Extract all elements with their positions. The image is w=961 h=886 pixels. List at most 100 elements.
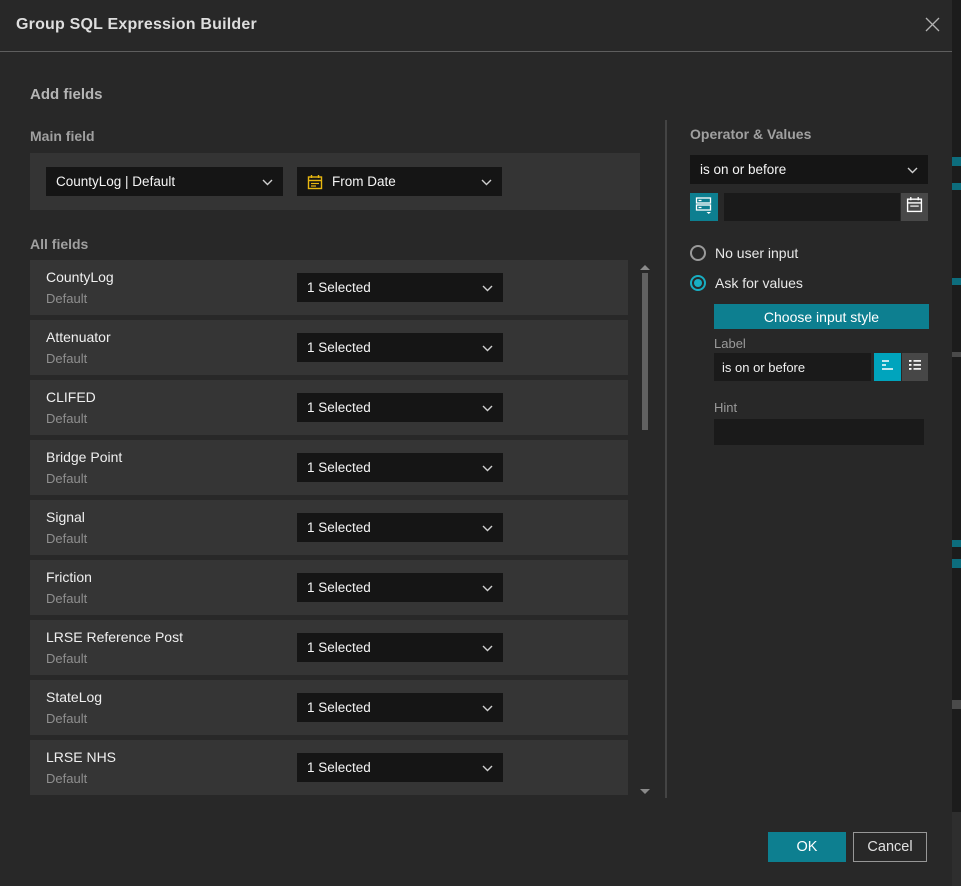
group-sql-expression-builder-dialog: Group SQL Expression Builder Add fields … — [0, 0, 952, 886]
choose-input-style-button[interactable]: Choose input style — [714, 304, 929, 329]
chevron-down-icon — [482, 760, 493, 775]
chevron-down-icon — [482, 520, 493, 535]
background-app-sliver — [952, 0, 961, 886]
chevron-down-icon — [907, 162, 918, 177]
field-selection-value: 1 Selected — [307, 520, 476, 535]
hint-input[interactable] — [714, 419, 924, 445]
close-button[interactable] — [920, 15, 944, 39]
field-selection-value: 1 Selected — [307, 400, 476, 415]
main-date-field-value: From Date — [332, 174, 475, 189]
field-selection-value: 1 Selected — [307, 700, 476, 715]
main-field-heading: Main field — [30, 128, 95, 144]
field-selection-dropdown[interactable]: 1 Selected — [297, 513, 503, 542]
ask-for-values-label: Ask for values — [715, 275, 803, 291]
ask-for-values-radio[interactable]: Ask for values — [690, 275, 803, 291]
layer-select-value: CountyLog | Default — [56, 174, 256, 189]
all-fields-list: CountyLog Default 1 Selected Attenuator Defa… — [30, 260, 628, 796]
scrollbar-up-arrow[interactable] — [640, 265, 650, 270]
field-selection-dropdown[interactable]: 1 Selected — [297, 453, 503, 482]
field-name: CountyLog — [46, 269, 114, 285]
field-row: LRSE Reference Post Default 1 Selected — [30, 620, 628, 675]
field-selection-dropdown[interactable]: 1 Selected — [297, 333, 503, 362]
field-row: CountyLog Default 1 Selected — [30, 260, 628, 315]
field-selection-dropdown[interactable]: 1 Selected — [297, 753, 503, 782]
value-input-type-button[interactable] — [690, 193, 718, 221]
chevron-down-icon — [482, 280, 493, 295]
calendar-icon — [906, 196, 923, 218]
field-name: Attenuator — [46, 329, 111, 345]
align-left-icon — [880, 357, 896, 378]
dialog-title: Group SQL Expression Builder — [16, 16, 257, 34]
close-icon — [924, 16, 941, 38]
field-sublabel: Default — [46, 411, 87, 426]
field-name: LRSE NHS — [46, 749, 116, 765]
field-selection-value: 1 Selected — [307, 640, 476, 655]
label-caption: Label — [714, 336, 746, 351]
scrollbar-thumb[interactable] — [642, 273, 648, 430]
field-row: Bridge Point Default 1 Selected — [30, 440, 628, 495]
field-row: Attenuator Default 1 Selected — [30, 320, 628, 375]
field-name: Friction — [46, 569, 92, 585]
operator-select-value: is on or before — [700, 162, 901, 177]
screen: Group SQL Expression Builder Add fields … — [0, 0, 961, 886]
field-sublabel: Default — [46, 531, 87, 546]
field-name: Signal — [46, 509, 85, 525]
field-selection-dropdown[interactable]: 1 Selected — [297, 393, 503, 422]
no-user-input-radio[interactable]: No user input — [690, 245, 798, 261]
chevron-down-icon — [482, 340, 493, 355]
add-fields-heading: Add fields — [30, 86, 103, 103]
field-row: Friction Default 1 Selected — [30, 560, 628, 615]
single-line-style-button[interactable] — [874, 353, 901, 381]
field-sublabel: Default — [46, 771, 87, 786]
calendar-icon — [307, 174, 323, 190]
layer-select[interactable]: CountyLog | Default — [46, 167, 283, 196]
chevron-down-icon — [481, 174, 492, 189]
field-selection-value: 1 Selected — [307, 340, 476, 355]
field-selection-value: 1 Selected — [307, 760, 476, 775]
value-calendar-button[interactable] — [901, 193, 928, 221]
chevron-down-icon — [482, 640, 493, 655]
hint-caption: Hint — [714, 400, 737, 415]
main-date-field-select[interactable]: From Date — [297, 167, 502, 196]
field-name: Bridge Point — [46, 449, 122, 465]
field-name: LRSE Reference Post — [46, 629, 183, 645]
operator-select[interactable]: is on or before — [690, 155, 928, 184]
field-sublabel: Default — [46, 651, 87, 666]
chevron-down-icon — [482, 400, 493, 415]
dialog-titlebar: Group SQL Expression Builder — [0, 0, 952, 52]
ok-button[interactable]: OK — [768, 832, 846, 862]
radio-unselected-icon — [690, 245, 706, 261]
field-name: StateLog — [46, 689, 102, 705]
field-row: LRSE NHS Default 1 Selected — [30, 740, 628, 795]
no-user-input-label: No user input — [715, 245, 798, 261]
field-sublabel: Default — [46, 351, 87, 366]
field-selection-dropdown[interactable]: 1 Selected — [297, 273, 503, 302]
value-list-icon — [695, 196, 713, 219]
panel-divider — [665, 120, 667, 798]
field-sublabel: Default — [46, 471, 87, 486]
chevron-down-icon — [482, 700, 493, 715]
chevron-down-icon — [482, 580, 493, 595]
value-input[interactable] — [724, 193, 900, 221]
radio-selected-icon — [690, 275, 706, 291]
field-selection-dropdown[interactable]: 1 Selected — [297, 633, 503, 662]
field-row: CLIFED Default 1 Selected — [30, 380, 628, 435]
list-style-button[interactable] — [902, 353, 928, 381]
field-sublabel: Default — [46, 291, 87, 306]
field-selection-value: 1 Selected — [307, 280, 476, 295]
cancel-button[interactable]: Cancel — [853, 832, 927, 862]
chevron-down-icon — [482, 460, 493, 475]
field-row: StateLog Default 1 Selected — [30, 680, 628, 735]
field-selection-dropdown[interactable]: 1 Selected — [297, 573, 503, 602]
all-fields-heading: All fields — [30, 236, 88, 252]
field-selection-value: 1 Selected — [307, 580, 476, 595]
scrollbar-down-arrow[interactable] — [640, 789, 650, 794]
label-input[interactable] — [714, 353, 871, 381]
field-name: CLIFED — [46, 389, 96, 405]
bulleted-list-icon — [907, 357, 923, 378]
field-sublabel: Default — [46, 591, 87, 606]
field-sublabel: Default — [46, 711, 87, 726]
field-selection-dropdown[interactable]: 1 Selected — [297, 693, 503, 722]
operator-values-heading: Operator & Values — [690, 126, 811, 142]
field-row: Signal Default 1 Selected — [30, 500, 628, 555]
